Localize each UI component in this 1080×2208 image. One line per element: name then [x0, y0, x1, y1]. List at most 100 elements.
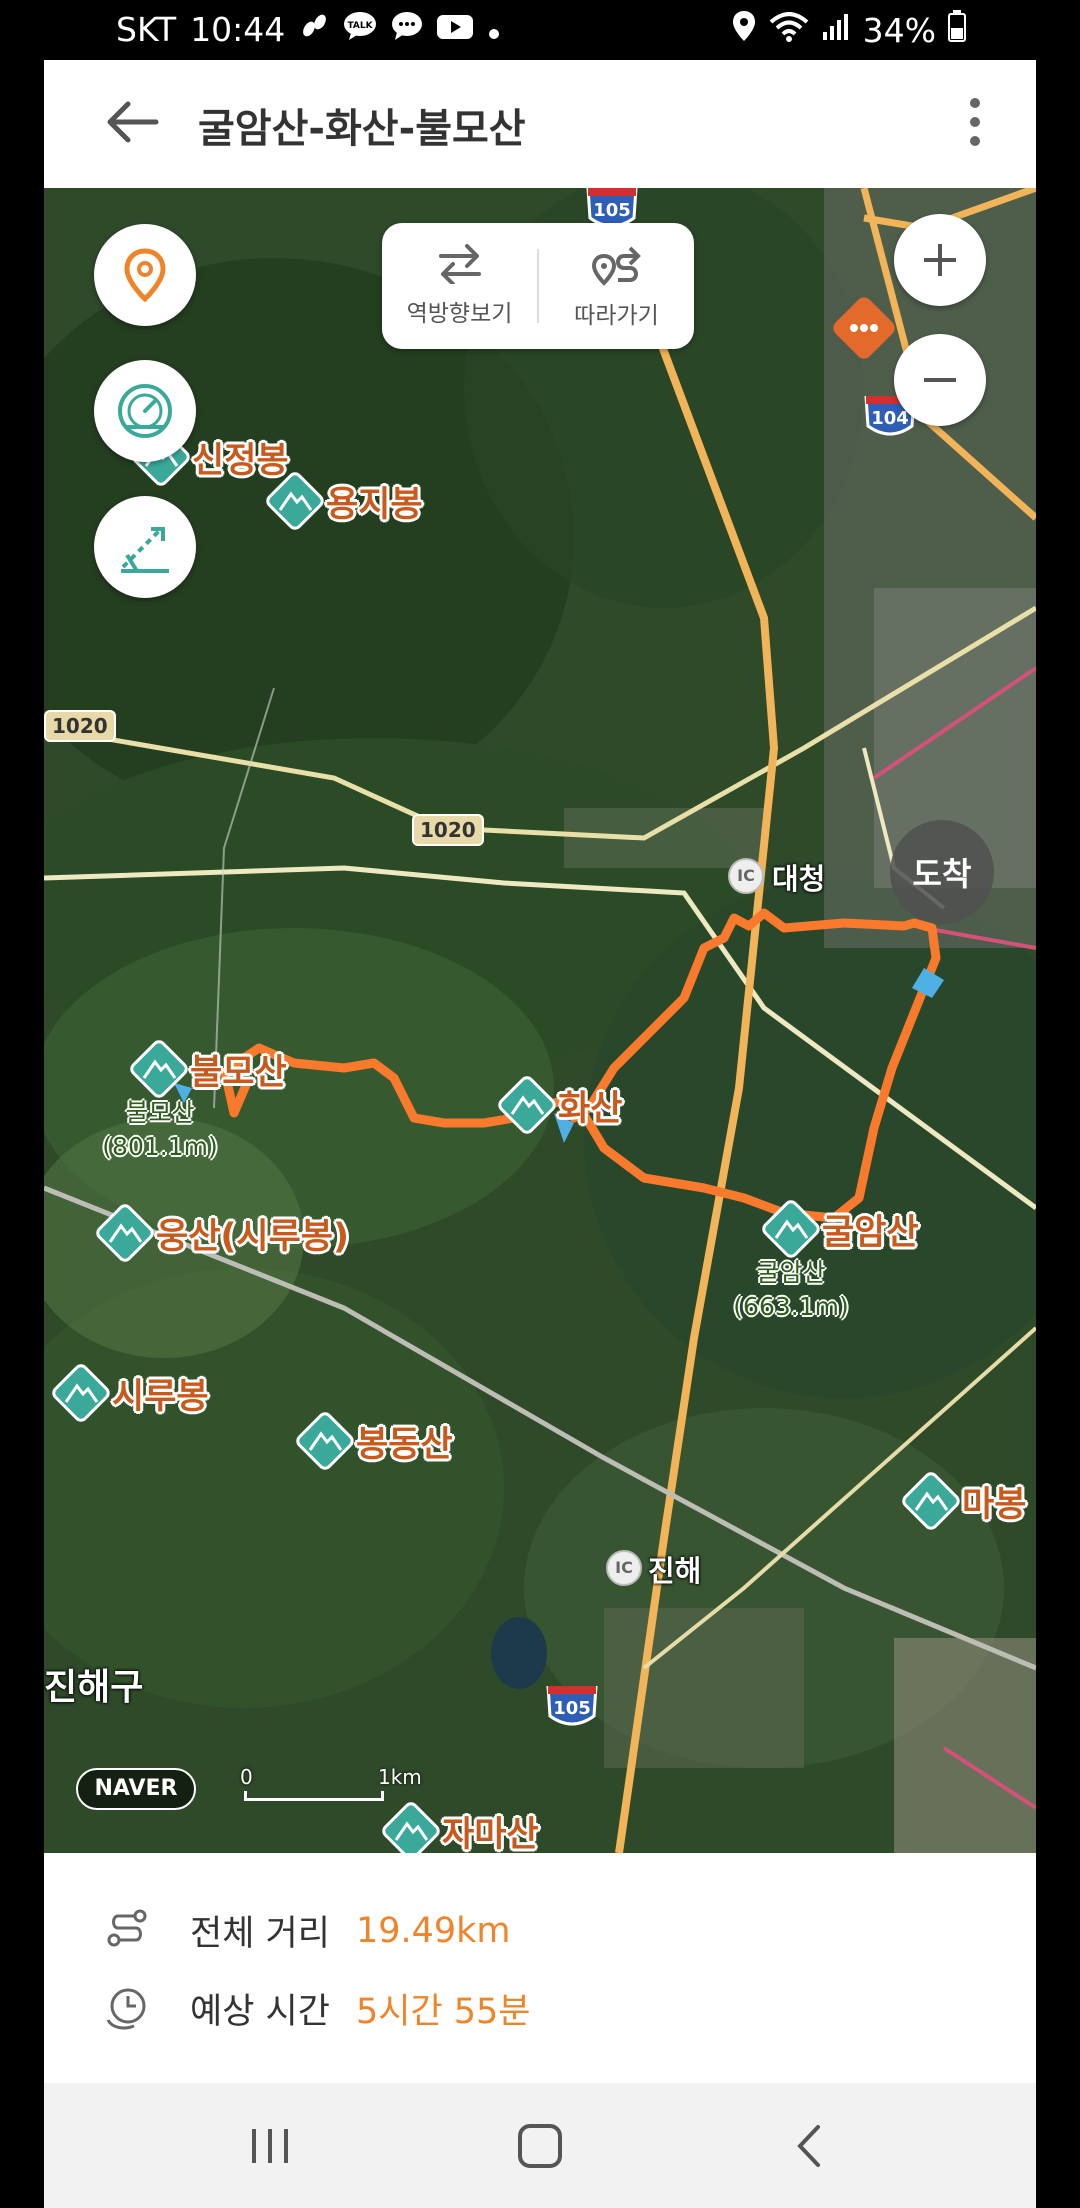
peak-marker-hwasan[interactable]: 화산: [496, 1074, 622, 1136]
app-header: 굴암산-화산-불모산: [44, 60, 1036, 188]
location-pin-icon: [124, 248, 166, 302]
mountain-icon: [130, 1040, 188, 1098]
route-toggle-panel: 역방향보기 따라가기: [382, 223, 694, 349]
chevron-left-icon: [797, 2125, 820, 2167]
clock-icon: [106, 1988, 146, 2029]
place-label-daecheong: 대청: [772, 862, 826, 896]
scale-line: [244, 1791, 384, 1801]
mountain-icon: [762, 1200, 820, 1258]
battery-percent: 34%: [862, 10, 936, 50]
naver-logo: NAVER: [76, 1768, 196, 1810]
scale-1km-label: 1km: [378, 1765, 422, 1789]
peak-name: 시루봉: [112, 1376, 209, 1417]
arrow-left-icon: [107, 101, 159, 143]
peak-marker-bulmosan[interactable]: 불모산: [128, 1038, 287, 1100]
mountain-icon: [296, 1412, 354, 1470]
reverse-direction-label: 역방향보기: [406, 301, 513, 327]
phone-screen: SKT 10:44 TALK 34% 굴암산-화산-불모산 1020 1020 …: [0, 0, 1080, 2208]
svg-text:TALK: TALK: [348, 21, 374, 31]
estimated-time-row: 예상 시간 5시간 55분: [104, 1983, 530, 2034]
svg-text:104: 104: [871, 408, 909, 429]
carrier: SKT: [116, 10, 177, 49]
talk-icon: TALK: [343, 10, 377, 49]
place-label-jinhae-gu: 진해구: [44, 1667, 144, 1708]
arrival-badge[interactable]: 도착: [890, 820, 994, 924]
wifi-icon: [769, 11, 809, 50]
gauge-icon: [118, 384, 172, 438]
map-scale-bar: 0 1km: [240, 1765, 422, 1815]
more-options-button[interactable]: [970, 98, 980, 146]
page-title: 굴암산-화산-불모산: [198, 106, 526, 152]
signal-icon: [821, 11, 851, 50]
road-1020-label: 1020: [412, 814, 484, 846]
mountain-icon: [96, 1204, 154, 1262]
total-distance-row: 전체 거리 19.49km: [104, 1905, 511, 1956]
home-button[interactable]: [510, 2121, 570, 2171]
system-navigation-bar: [44, 2083, 1036, 2208]
elevation-button[interactable]: [94, 496, 196, 598]
route-distance-icon: [107, 1909, 147, 1946]
compass-button[interactable]: [94, 360, 196, 462]
peak-marker-gulamsan[interactable]: 굴암산: [760, 1198, 919, 1260]
peak-name: 봉동산: [356, 1424, 453, 1465]
home-icon: [518, 2124, 562, 2168]
elevation-slope-icon: [121, 527, 169, 573]
chat-bubble-icon: [391, 10, 423, 49]
peak-marker-jamasan[interactable]: 자마산: [380, 1800, 539, 1853]
peak-name: 굴암산: [822, 1212, 919, 1253]
peak-marker-sirubong[interactable]: 시루봉: [50, 1362, 209, 1424]
back-button[interactable]: [104, 98, 160, 146]
location-icon: [731, 10, 757, 50]
footsteps-icon: [299, 10, 329, 49]
estimated-time-value: 5시간 55분: [355, 1992, 531, 2032]
peak-elevation-gulamsan: 굴암산 (663.1m): [733, 1258, 849, 1321]
highway-105-shield-icon: 105: [546, 1686, 598, 1726]
minus-icon: [924, 378, 956, 382]
peak-name: 자마산: [442, 1814, 539, 1854]
peak-name: 마봉: [962, 1484, 1027, 1525]
mountain-icon: [266, 472, 324, 530]
peak-name: 불모산: [190, 1052, 287, 1093]
total-distance-value: 19.49km: [355, 1910, 511, 1951]
more-vertical-icon: [970, 98, 980, 108]
peak-elevation-bulmosan: 불모산 (801.1m): [102, 1098, 218, 1161]
plus-icon: [924, 244, 956, 276]
ic-badge: IC: [728, 858, 764, 894]
route-info-panel: 전체 거리 19.49km 예상 시간 5시간 55분: [44, 1853, 1036, 2073]
peak-name: 용지봉: [326, 484, 423, 525]
mountain-icon: [52, 1364, 110, 1422]
follow-label: 따라가기: [574, 303, 659, 329]
battery-icon: [948, 10, 966, 50]
zoom-in-button[interactable]: [894, 214, 986, 306]
total-distance-label: 전체 거리: [190, 1914, 330, 1954]
recent-apps-button[interactable]: [240, 2121, 300, 2171]
ic-badge: IC: [606, 1550, 642, 1586]
status-bar: SKT 10:44 TALK 34%: [0, 0, 1080, 60]
peak-name: 화산: [558, 1088, 623, 1129]
peak-marker-bongdongsan[interactable]: 봉동산: [294, 1410, 453, 1472]
follow-button[interactable]: 따라가기: [539, 223, 694, 349]
route-follow-icon: [591, 246, 641, 286]
estimated-time-label: 예상 시간: [190, 1992, 330, 2032]
mountain-icon: [498, 1076, 556, 1134]
scale-zero-label: 0: [240, 1765, 253, 1789]
peak-name: 웅산(시루봉): [156, 1216, 349, 1257]
clock: 10:44: [190, 10, 286, 49]
dot-icon: [487, 10, 501, 49]
system-back-button[interactable]: [780, 2121, 840, 2171]
youtube-icon: [437, 10, 474, 49]
swap-arrows-icon: [438, 244, 481, 284]
place-label-jinhae: 진해: [648, 1554, 702, 1588]
peak-marker-ungsan[interactable]: 웅산(시루봉): [94, 1202, 349, 1264]
peak-marker-yongjibong[interactable]: 용지봉: [264, 470, 423, 532]
my-location-button[interactable]: [94, 224, 196, 326]
svg-text:105: 105: [553, 1698, 591, 1719]
peak-marker-mabong[interactable]: 마봉: [900, 1470, 1026, 1532]
recent-apps-icon: [252, 2129, 288, 2163]
map-view[interactable]: 1020 1020 105 104 105 IC 대청 IC 진해 진해구 신정…: [44, 188, 1036, 1853]
reverse-direction-button[interactable]: 역방향보기: [382, 223, 537, 349]
zoom-out-button[interactable]: [894, 334, 986, 426]
road-1020-label: 1020: [44, 710, 116, 742]
svg-text:105: 105: [593, 200, 631, 221]
app-window: 굴암산-화산-불모산 1020 1020 105 104 105 IC 대청 I…: [44, 60, 1036, 2208]
